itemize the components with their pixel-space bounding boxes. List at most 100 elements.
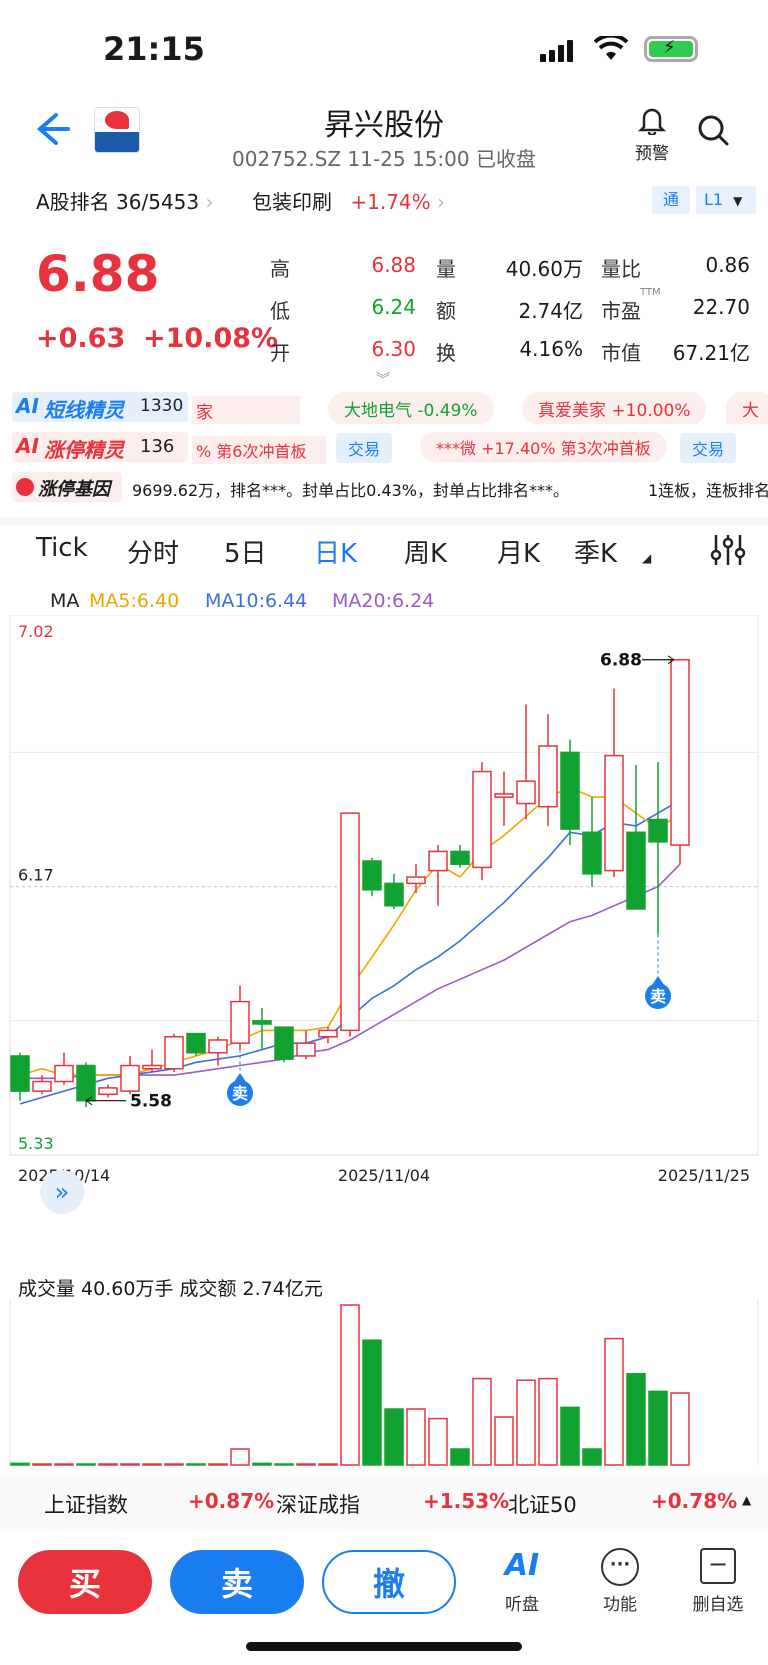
candle-body xyxy=(494,793,514,798)
period-tab[interactable]: 日K xyxy=(314,533,357,570)
ai-limit-row[interactable]: AI 涨停精灵 136 % 第6次冲首板 交易 ***微 +17.40% 第3次… xyxy=(0,432,768,464)
ai-limit-item[interactable]: ***微 +17.40% 第3次冲首板 xyxy=(420,432,667,462)
candle-body xyxy=(626,831,646,910)
status-bar: 21:15 ⚡ xyxy=(0,0,768,100)
function-label: 功能 xyxy=(603,1595,637,1615)
a-share-rank[interactable]: A股排名 36/5453 › xyxy=(36,186,213,215)
candle-body xyxy=(76,1064,96,1102)
quote-label: 量比 xyxy=(601,257,641,281)
expand-chevron-icon[interactable]: ︾ xyxy=(376,369,390,389)
battery-icon: ⚡ xyxy=(644,36,698,62)
ai-short-row[interactable]: AI 短线精灵 1330 家 +10.00% 大地电气 -0.49% 真爱美家 … xyxy=(0,392,768,424)
volume-bar xyxy=(208,1463,228,1466)
volume-bar xyxy=(296,1463,316,1466)
function-tool[interactable]: ··· 功能 xyxy=(580,1548,660,1615)
quote-value: 6.88 xyxy=(371,253,416,277)
volume-bar xyxy=(164,1463,184,1466)
index-change: +1.53% xyxy=(423,1489,510,1513)
expand-chart-button[interactable]: » xyxy=(40,1170,84,1214)
period-tab[interactable]: 分时 xyxy=(127,533,179,570)
ai-limit-badge[interactable]: AI 涨停精灵 136 xyxy=(12,432,188,462)
trade-tag[interactable]: 交易 xyxy=(336,433,393,463)
period-tab[interactable]: Tick xyxy=(36,533,88,563)
ai-short-count: 1330 xyxy=(140,396,184,416)
volume-bar xyxy=(54,1463,74,1466)
candle-body xyxy=(560,751,580,830)
chevron-right-icon: › xyxy=(430,190,446,214)
level-tag[interactable]: L1 ▼ xyxy=(696,186,756,214)
index-change: +0.87% xyxy=(188,1489,275,1513)
listen-tool[interactable]: AI 听盘 xyxy=(482,1548,562,1615)
period-tab[interactable]: 周K xyxy=(404,533,447,570)
period-tab[interactable]: 季K xyxy=(574,533,617,570)
limit-gene-text-2: 1连板，连板排名 xyxy=(648,481,768,500)
volume-chart[interactable] xyxy=(0,1300,768,1470)
quote-value: 6.30 xyxy=(371,337,416,361)
home-indicator xyxy=(246,1642,522,1651)
candle-body xyxy=(230,1000,250,1044)
ai-short-item[interactable]: 家 +10.00% xyxy=(192,396,300,424)
period-tab[interactable]: 5日 xyxy=(224,533,267,570)
quote-value: 4.16% xyxy=(519,337,583,361)
candle-body xyxy=(318,1029,338,1038)
volume-bar xyxy=(252,1462,272,1466)
sell-button[interactable]: 卖 xyxy=(170,1550,304,1614)
index-name: 上证指数 xyxy=(44,1493,128,1517)
limit-gene-row[interactable]: 涨停基因 9699.62万，排名***。封单占比0.43%，封单占比排名***。… xyxy=(0,472,768,504)
remove-watchlist-tool[interactable]: − 删自选 xyxy=(678,1548,758,1615)
volume-bar xyxy=(384,1408,404,1466)
alert-button[interactable]: 预警 xyxy=(627,105,677,164)
ai-short-ai-text: AI xyxy=(16,394,39,418)
buy-button[interactable]: 买 xyxy=(18,1550,152,1614)
volume-bar xyxy=(98,1463,118,1466)
candle-body xyxy=(274,1026,294,1060)
limit-gene-badge[interactable]: 涨停基因 xyxy=(12,472,122,502)
kline-chart[interactable]: 7.026.175.336.885.58卖卖2025/10/142025/11/… xyxy=(0,615,768,1220)
ai-limit-count: 136 xyxy=(140,436,175,457)
candle-body xyxy=(582,831,602,875)
trade-tag[interactable]: 交易 xyxy=(680,433,737,463)
tong-tag[interactable]: 通 xyxy=(652,186,690,214)
index-bar[interactable]: 上证指数 +0.87% 深证成指 +1.53% 北证50 +0.78% ▲ xyxy=(0,1475,768,1531)
candle-body xyxy=(186,1032,206,1054)
quote-label: 额 xyxy=(436,299,456,323)
volume-bar xyxy=(406,1408,426,1466)
candle-body xyxy=(450,850,470,865)
chart-settings-icon[interactable] xyxy=(710,533,746,571)
candle-body xyxy=(32,1080,52,1092)
sector-link[interactable]: 包装印刷 +1.74% › xyxy=(252,186,445,215)
volume-bar xyxy=(274,1463,294,1466)
volume-bar xyxy=(494,1416,514,1466)
volume-bar xyxy=(538,1377,558,1466)
ai-short-badge[interactable]: AI 短线精灵 1330 xyxy=(12,392,188,422)
volume-bar xyxy=(340,1304,360,1466)
candle-body xyxy=(648,818,668,843)
caret-up-icon[interactable]: ▲ xyxy=(742,1493,751,1507)
ai-short-item[interactable]: 大地电气 -0.49% xyxy=(328,392,494,424)
candle-body xyxy=(362,860,382,891)
dropdown-triangle-icon[interactable]: ◢ xyxy=(642,551,651,565)
volume-bar xyxy=(186,1463,206,1466)
header: 昇兴股份 002752.SZ 11-25 15:00 已收盘 预警 xyxy=(0,95,768,175)
quote-value: 40.60万 xyxy=(505,257,583,281)
candle-body xyxy=(54,1064,74,1083)
ai-limit-ai-text: AI xyxy=(16,434,39,458)
index-change: +0.78% xyxy=(651,1489,738,1513)
candle-body xyxy=(340,812,360,1032)
candle-body xyxy=(604,754,624,872)
search-icon[interactable] xyxy=(696,113,730,151)
ai-short-item[interactable]: 大地 xyxy=(726,392,768,424)
cancel-button[interactable]: 撤 xyxy=(322,1550,456,1614)
ai-short-item[interactable]: 真爱美家 +10.00% xyxy=(522,392,707,424)
dropdown-arrow-icon: ▼ xyxy=(733,194,743,208)
ma10-legend: MA10:6.44 xyxy=(205,590,308,612)
divider xyxy=(0,517,768,525)
a-share-rank-text: A股排名 36/5453 xyxy=(36,190,200,214)
limit-gene-text: 9699.62万，排名***。封单占比0.43%，封单占比排名***。 xyxy=(132,481,569,500)
x-axis-label: 2025/11/04 xyxy=(338,1166,430,1185)
ai-limit-item[interactable]: % 第6次冲首板 xyxy=(192,436,326,464)
sector-name: 包装印刷 xyxy=(252,190,332,214)
candle-body xyxy=(252,1020,272,1025)
y-axis-bottom-label: 5.33 xyxy=(18,1134,54,1153)
period-tab[interactable]: 月K xyxy=(497,533,540,570)
